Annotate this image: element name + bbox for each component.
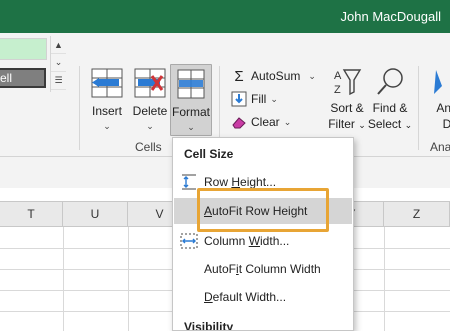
- format-label: Format: [171, 105, 210, 119]
- find-select-line1: Find &: [372, 101, 408, 115]
- column-header-z[interactable]: Z: [384, 202, 450, 226]
- group-separator: [79, 66, 80, 150]
- find-select-line2: Select: [367, 117, 402, 131]
- gallery-more-button[interactable]: ☰: [51, 72, 66, 90]
- clear-button[interactable]: Clear ⌄: [231, 112, 291, 132]
- group-separator: [418, 66, 419, 150]
- menu-item-autofit-column-width[interactable]: AutoFit Column Width: [174, 256, 352, 282]
- insert-label: Insert: [91, 104, 122, 118]
- cell-size-header: Cell Size: [184, 147, 234, 161]
- cell-style-good[interactable]: [0, 38, 47, 60]
- column-width-label: Column Width...: [204, 234, 290, 248]
- chevron-down-icon: ⌄: [146, 121, 154, 131]
- column-header-u[interactable]: U: [63, 202, 128, 226]
- svg-text:A: A: [334, 70, 342, 82]
- sort-filter-line2: Filter: [328, 117, 355, 131]
- cell-style-check-cell-label: ell: [0, 71, 13, 85]
- gallery-up-arrow[interactable]: ▲: [51, 36, 66, 54]
- visibility-header: Visibility: [184, 320, 234, 331]
- chevron-down-icon: ⌄: [308, 70, 316, 81]
- fill-button[interactable]: Fill ⌄: [231, 89, 278, 109]
- find-select-button[interactable]: Find & Select ⌄: [367, 66, 413, 133]
- delete-cells-icon: [134, 68, 166, 98]
- insert-button[interactable]: Insert ⌄: [86, 66, 128, 162]
- analyze-data-icon: [434, 70, 442, 94]
- cell-style-check-cell[interactable]: ell: [0, 68, 46, 88]
- gridline: [384, 227, 385, 331]
- format-button[interactable]: Format ⌄: [170, 64, 212, 136]
- analysis-group-label: Ana: [430, 140, 450, 154]
- sort-filter-line1: Sort &: [330, 101, 364, 115]
- gridline: [63, 227, 64, 331]
- analyze-data-line2: D: [442, 117, 450, 131]
- fill-down-icon: [231, 91, 247, 107]
- sort-filter-icon: A Z: [334, 69, 362, 96]
- column-header-label: U: [90, 207, 100, 221]
- column-header-t[interactable]: T: [0, 202, 63, 226]
- analyze-data-line1: Ana: [436, 101, 450, 115]
- title-bar: John MacDougall: [0, 0, 450, 33]
- autofit-column-width-label: AutoFit Column Width: [204, 262, 321, 276]
- eraser-icon: [232, 117, 246, 129]
- chevron-down-icon: ⌄: [283, 116, 292, 127]
- account-name[interactable]: John MacDougall: [341, 9, 441, 24]
- insert-cells-icon: [91, 68, 123, 98]
- column-header-label: V: [155, 207, 164, 221]
- autofit-row-height-highlight: [197, 188, 329, 232]
- menu-item-default-width[interactable]: Default Width...: [174, 284, 352, 310]
- magnifier-icon: [377, 68, 403, 95]
- svg-text:Z: Z: [334, 84, 341, 96]
- default-width-label: Default Width...: [204, 290, 287, 304]
- row-height-label: Row Height...: [204, 175, 277, 189]
- autosum-button[interactable]: Σ AutoSum ⌄: [231, 66, 316, 86]
- chevron-down-icon: ⌄: [404, 120, 413, 130]
- column-header-label: Z: [412, 207, 421, 221]
- autosum-label: AutoSum: [251, 69, 301, 83]
- chevron-down-icon: ⌄: [103, 121, 111, 131]
- chevron-down-icon: ⌄: [270, 93, 278, 104]
- gridline: [128, 227, 129, 331]
- column-header-label: T: [27, 207, 35, 221]
- chevron-down-icon: ⌄: [358, 120, 366, 130]
- delete-label: Delete: [132, 104, 168, 118]
- cells-group-label: Cells: [135, 140, 162, 154]
- sort-filter-button[interactable]: A Z Sort & Filter ⌄: [324, 66, 370, 133]
- styles-gallery-scroll: ▲ ⌄ ☰: [50, 36, 66, 92]
- format-dropdown-menu: Cell Size Row Height... AutoFit Row Heig…: [172, 137, 354, 331]
- gallery-down-arrow[interactable]: ⌄: [51, 54, 66, 72]
- analyze-data-button[interactable]: Ana D: [427, 66, 450, 132]
- fill-label: Fill: [251, 92, 267, 106]
- format-cells-icon: [177, 69, 205, 99]
- chevron-down-icon: ⌄: [187, 122, 195, 132]
- sigma-icon: Σ: [234, 67, 244, 85]
- clear-label: Clear: [251, 115, 280, 129]
